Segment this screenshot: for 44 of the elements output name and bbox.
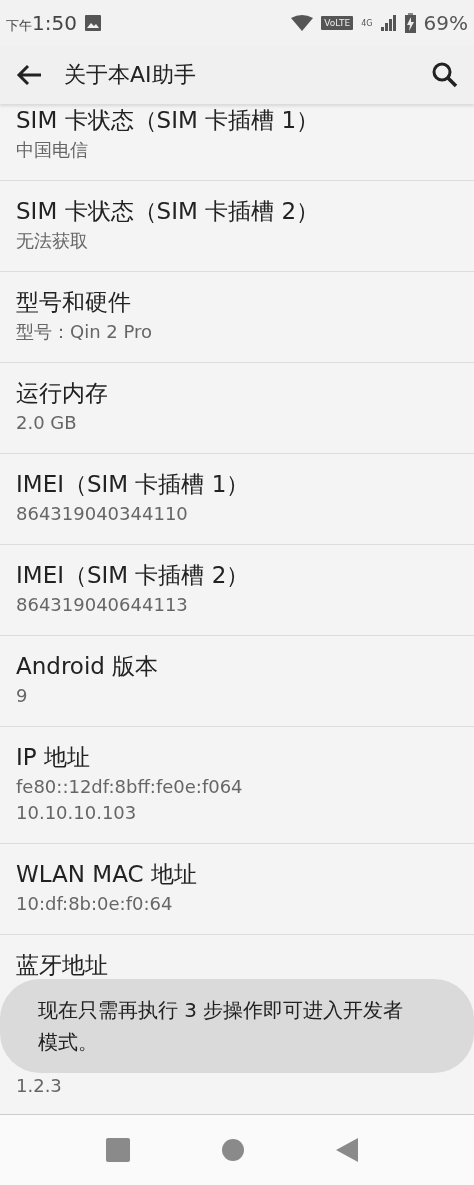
back-arrow-icon[interactable]: [16, 64, 42, 86]
item-value: 10.10.10.103: [16, 801, 138, 825]
item-value: 中国电信: [16, 138, 89, 162]
page-title: 关于本AI助手: [64, 61, 197, 89]
item-value: 9: [16, 684, 29, 708]
item-title: SIM 卡状态（SIM 卡插槽 1）: [16, 106, 321, 135]
settings-item[interactable]: IMEI（SIM 卡插槽 1） 864319040344110: [0, 454, 474, 545]
settings-item[interactable]: IMEI（SIM 卡插槽 2） 864319040644113: [0, 545, 474, 636]
item-title: SIM 卡状态（SIM 卡插槽 2）: [16, 197, 321, 226]
item-title: WLAN MAC 地址: [16, 860, 198, 889]
settings-item[interactable]: 型号和硬件 型号：Qin 2 Pro: [0, 272, 474, 363]
settings-item[interactable]: WLAN MAC 地址 10:df:8b:0e:f0:64: [0, 844, 474, 935]
image-icon: [84, 15, 101, 31]
item-title: IMEI（SIM 卡插槽 1）: [16, 470, 251, 499]
settings-item[interactable]: SIM 卡状态（SIM 卡插槽 2） 无法获取: [0, 181, 474, 272]
search-icon[interactable]: [432, 62, 458, 88]
item-title: Android 版本: [16, 652, 160, 681]
item-value: 1.2.3: [16, 1074, 63, 1098]
wifi-icon: [291, 15, 314, 31]
volte-badge: VoLTE: [321, 16, 354, 30]
item-value: 2.0 GB: [16, 411, 78, 435]
item-value: 864319040644113: [16, 593, 189, 617]
circle-icon[interactable]: [222, 1139, 244, 1161]
item-value: 864319040344110: [16, 502, 189, 526]
battery-percentage: 69%: [423, 11, 468, 35]
item-value: 10:df:8b:0e:f0:64: [16, 892, 174, 916]
item-value: 型号：Qin 2 Pro: [16, 320, 154, 344]
item-value: fe80::12df:8bff:fe0e:f064: [16, 775, 244, 799]
status-time: 下午1:50: [6, 11, 77, 35]
settings-item[interactable]: 运行内存 2.0 GB: [0, 363, 474, 454]
back-triangle-icon[interactable]: [336, 1138, 358, 1162]
battery-charging-icon: [404, 13, 416, 33]
item-title: 运行内存: [16, 379, 109, 408]
settings-item[interactable]: IP 地址 fe80::12df:8bff:fe0e:f064 10.10.10.103: [0, 727, 474, 844]
item-title: 型号和硬件: [16, 288, 132, 317]
settings-item[interactable]: SIM 卡状态（SIM 卡插槽 1） 中国电信: [0, 104, 474, 181]
settings-item[interactable]: Android 版本 9: [0, 636, 474, 727]
item-value: 无法获取: [16, 229, 89, 253]
developer-mode-toast: 现在只需再执行 3 步操作即可进入开发者模式。: [0, 979, 474, 1073]
network-type: 4G: [361, 18, 373, 28]
item-title: IMEI（SIM 卡插槽 2）: [16, 561, 251, 590]
signal-icon: [380, 15, 397, 31]
item-title: 蓝牙地址: [16, 951, 109, 980]
item-title: IP 地址: [16, 743, 91, 772]
